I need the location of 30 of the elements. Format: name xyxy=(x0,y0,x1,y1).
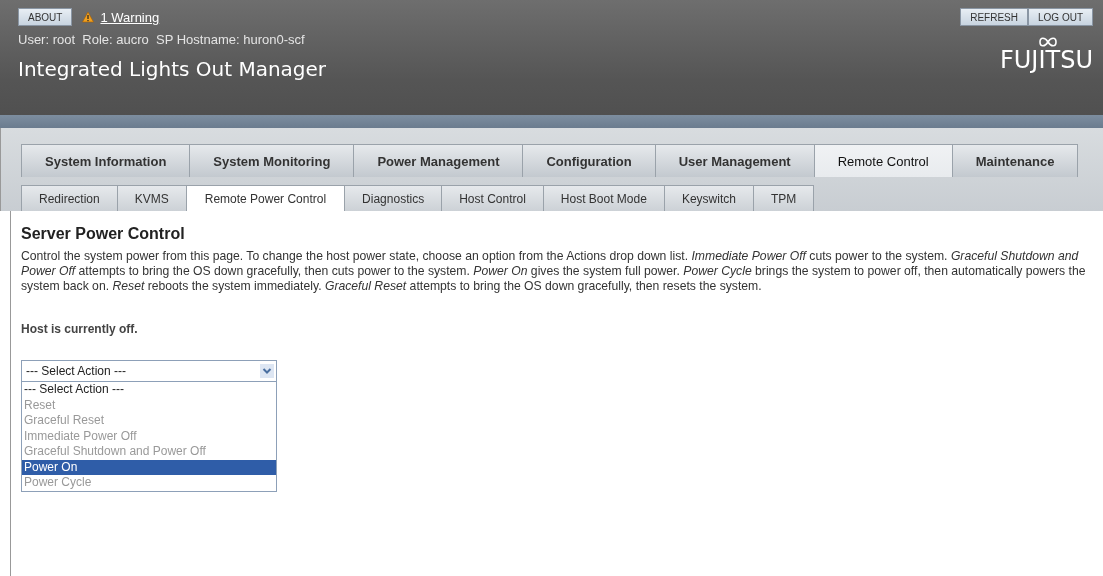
company-logo: FUJITSU xyxy=(1000,46,1093,74)
user-info: User: root Role: aucro SP Hostname: huron0-scf xyxy=(18,32,306,47)
warning-icon xyxy=(82,11,95,23)
nav-tab[interactable]: Maintenance xyxy=(951,144,1079,177)
page-heading: Server Power Control xyxy=(21,225,186,243)
nav-tab[interactable]: Remote Control xyxy=(813,144,953,177)
sub-tab[interactable]: TPM xyxy=(752,185,815,211)
sub-tab[interactable]: Host Boot Mode xyxy=(542,185,665,211)
nav-tab[interactable]: Power Management xyxy=(353,144,524,177)
nav-tab[interactable]: System Information xyxy=(21,144,191,177)
infinity-icon xyxy=(1038,36,1058,48)
sub-tab[interactable]: Diagnostics xyxy=(344,185,443,211)
action-select[interactable]: --- Select Action --- xyxy=(21,360,277,382)
header-button[interactable]: LOG OUT xyxy=(1028,8,1093,26)
sub-tab[interactable]: KVMS xyxy=(116,185,187,211)
nav-tab[interactable]: User Management xyxy=(654,144,815,177)
nav-tab[interactable]: System Monitoring xyxy=(189,144,355,177)
header-button[interactable]: REFRESH xyxy=(960,8,1028,26)
dropdown-option[interactable]: Power On xyxy=(22,459,276,475)
sub-tab[interactable]: Remote Power Control xyxy=(185,185,346,211)
host-status: Host is currently off. xyxy=(21,322,139,336)
about-button[interactable]: ABOUT xyxy=(18,8,73,26)
sub-tab[interactable]: Host Control xyxy=(441,185,544,211)
app-title: Integrated Lights Out Manager xyxy=(18,57,327,81)
sub-tab[interactable]: Keyswitch xyxy=(663,185,754,211)
dropdown-option[interactable]: --- Select Action --- xyxy=(22,382,276,398)
description-text: Control the system power from this page. To change the host power state, choose an option from the Actions drop down list. Immediate Power Off cuts power to the system. Graceful Shutdown and Power Off attempts to bring the OS down gracefully, then cuts power to the system. Power On gives the system full power. Power Cycle brings the system to power off, then automatically powers the system back on. Reset reboots the system immediately. Graceful Reset attempts to bring the OS down gracefully, then resets the system. xyxy=(21,249,1087,294)
nav-tab[interactable]: Configuration xyxy=(522,144,656,177)
sub-tab[interactable]: Redirection xyxy=(21,185,118,211)
warning-link[interactable]: 1 Warning xyxy=(100,9,160,25)
